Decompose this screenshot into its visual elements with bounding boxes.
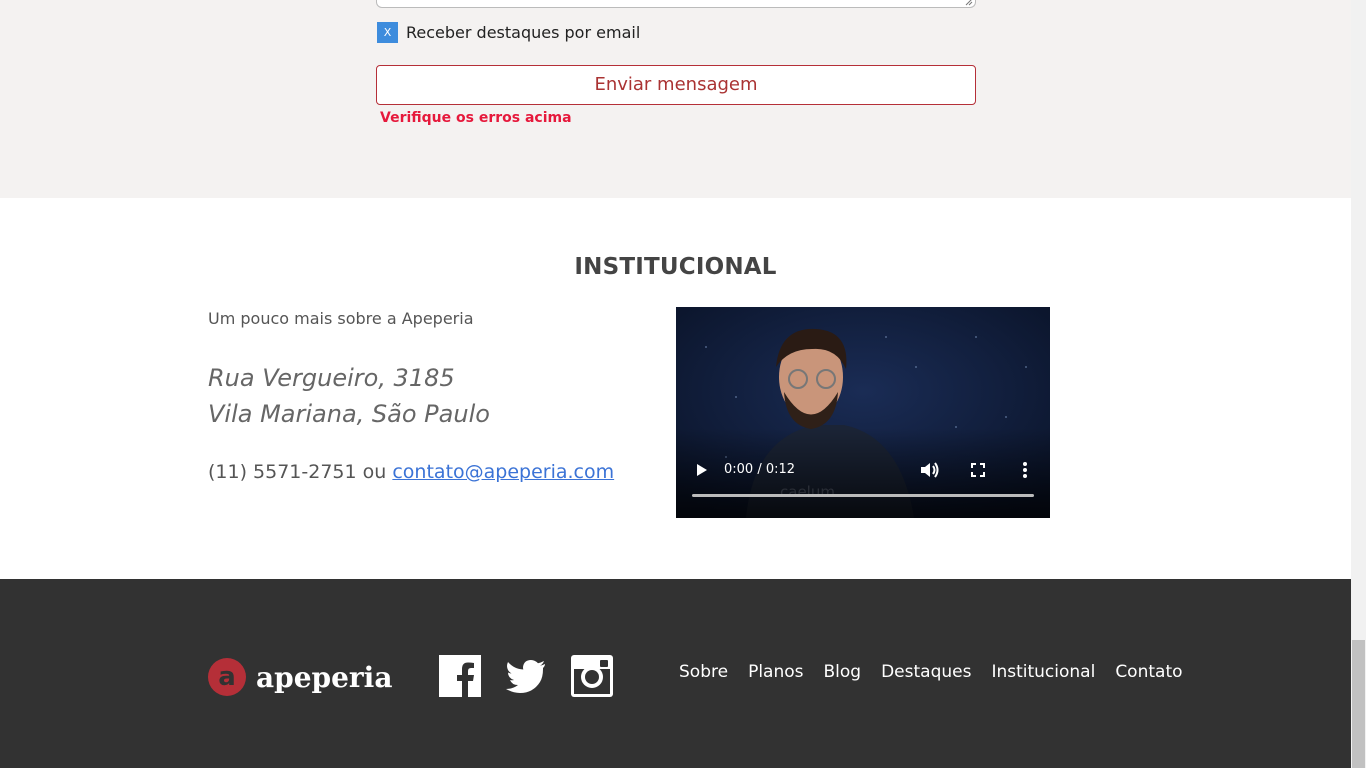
- scrollbar-thumb[interactable]: [1352, 640, 1365, 768]
- nav-institucional[interactable]: Institucional: [991, 662, 1095, 682]
- newsletter-checkbox[interactable]: X: [377, 22, 398, 43]
- contact-separator: ou: [356, 461, 393, 483]
- footer-nav: Sobre Planos Blog Destaques Instituciona…: [679, 662, 1203, 682]
- facebook-icon[interactable]: [439, 655, 481, 697]
- institutional-video[interactable]: caelum 0:00 / 0:12: [676, 307, 1050, 518]
- address-city: Vila Mariana, São Paulo: [208, 400, 490, 428]
- video-progress-bar[interactable]: [692, 494, 1034, 497]
- fullscreen-icon[interactable]: [971, 463, 985, 477]
- email-link[interactable]: contato@apeperia.com: [392, 461, 614, 483]
- apeperia-logo-icon: a: [208, 658, 246, 696]
- institucional-subtitle: Um pouco mais sobre a Apeperia: [208, 309, 474, 328]
- message-textarea[interactable]: [376, 0, 976, 8]
- resize-grip-icon[interactable]: [965, 0, 973, 6]
- nav-planos[interactable]: Planos: [748, 662, 803, 682]
- twitter-icon[interactable]: [505, 655, 547, 697]
- address: Rua Vergueiro, 3185 Vila Mariana, São Pa…: [208, 360, 490, 432]
- brand-name: apeperia: [256, 660, 393, 694]
- newsletter-option[interactable]: X Receber destaques por email: [377, 22, 640, 43]
- newsletter-label[interactable]: Receber destaques por email: [406, 23, 640, 42]
- volume-icon[interactable]: [920, 461, 940, 479]
- institucional-heading: INSTITUCIONAL: [574, 254, 777, 280]
- contact-form-section: X Receber destaques por email Enviar men…: [0, 0, 1351, 198]
- phone-number: (11) 5571-2751: [208, 461, 357, 483]
- nav-contato[interactable]: Contato: [1115, 662, 1182, 682]
- form-error-message: Verifique os erros acima: [380, 110, 572, 126]
- svg-text:a: a: [218, 662, 236, 692]
- send-message-button[interactable]: Enviar mensagem: [376, 65, 976, 105]
- nav-blog[interactable]: Blog: [824, 662, 862, 682]
- footer-logo[interactable]: a apeperia: [208, 658, 392, 696]
- nav-destaques[interactable]: Destaques: [881, 662, 971, 682]
- more-options-icon[interactable]: [1022, 461, 1028, 479]
- address-street: Rua Vergueiro, 3185: [208, 364, 455, 392]
- nav-sobre[interactable]: Sobre: [679, 662, 728, 682]
- contact-line: (11) 5571-2751 ou contato@apeperia.com: [208, 461, 614, 483]
- instagram-icon[interactable]: [571, 655, 613, 697]
- play-icon[interactable]: [695, 463, 709, 477]
- video-time: 0:00 / 0:12: [724, 462, 796, 477]
